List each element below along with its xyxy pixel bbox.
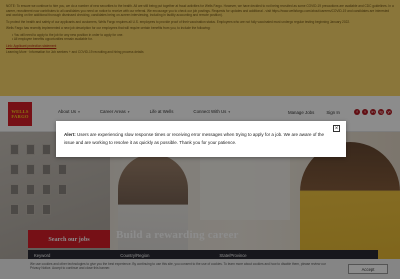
careers-page: NOTE: To ensure we continue to hire you,… [0, 0, 400, 279]
alert-message: Alert: Users are experiencing slow respo… [64, 131, 326, 147]
alert-body: Users are experiencing slow response tim… [64, 132, 325, 145]
close-icon[interactable]: × [333, 125, 340, 132]
alert-prefix: Alert: [64, 132, 76, 137]
alert-dialog: × Alert: Users are experiencing slow res… [56, 121, 346, 157]
